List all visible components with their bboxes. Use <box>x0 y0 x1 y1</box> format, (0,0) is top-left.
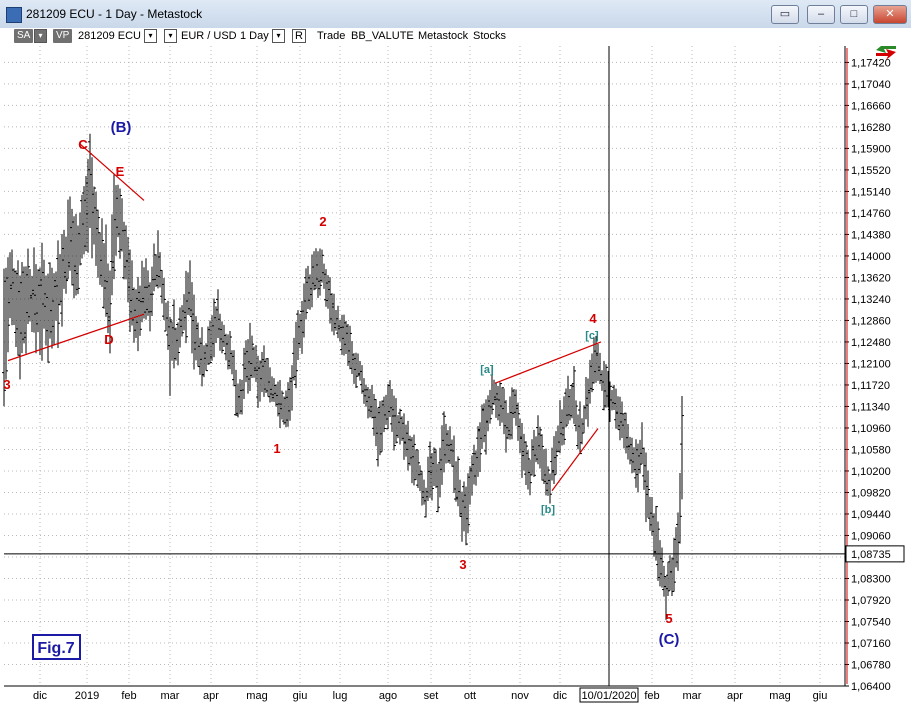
y-tick-label: 1,16660 <box>851 100 891 112</box>
sa-dropdown-icon[interactable]: ▾ <box>34 29 47 43</box>
y-tick-label: 1,10200 <box>851 466 891 478</box>
current-price-label: 1,08735 <box>851 549 891 561</box>
figure-label: Fig.7 <box>37 640 74 657</box>
x-tick-label: apr <box>727 690 743 702</box>
wave-label: D <box>104 332 113 347</box>
symbol-dropdown-icon[interactable]: ▾ <box>144 29 157 43</box>
period-label: 1 Day <box>240 30 269 42</box>
wave-label: (B) <box>111 119 132 136</box>
x-tick-label: feb <box>644 690 659 702</box>
y-tick-label: 1,14380 <box>851 229 891 241</box>
x-tick-label: nov <box>511 690 529 702</box>
metastock-label[interactable]: Metastock <box>418 30 468 42</box>
y-tick-label: 1,12480 <box>851 337 891 349</box>
x-tick-label: dic <box>553 690 568 702</box>
y-tick-label: 1,14760 <box>851 208 891 220</box>
y-tick-label: 1,12860 <box>851 315 891 327</box>
wave-label: 2 <box>319 214 326 229</box>
y-tick-label: 1,16280 <box>851 122 891 134</box>
app-icon <box>6 7 22 23</box>
y-tick-label: 1,17420 <box>851 57 891 69</box>
chart-grid <box>4 46 849 687</box>
y-tick-label: 1,06780 <box>851 659 891 671</box>
wave-label: C <box>78 137 88 152</box>
x-tick-label: giu <box>813 690 828 702</box>
x-tick-label: giu <box>293 690 308 702</box>
y-tick-label: 1,07160 <box>851 638 891 650</box>
x-tick-label: lug <box>333 690 348 702</box>
wave-label: E <box>116 164 125 179</box>
stocks-label[interactable]: Stocks <box>473 30 506 42</box>
x-axis-labels: dic 2019 feb mar apr mag giu lug ago set ott nov dic… <box>33 687 828 703</box>
x-tick-label: 2019 <box>75 690 99 702</box>
x-tick-label: ott <box>464 690 476 702</box>
trade-label[interactable]: Trade <box>317 30 345 42</box>
wave-label: 1 <box>273 441 280 456</box>
y-tick-label: 1,11340 <box>851 401 890 413</box>
r-button[interactable]: R <box>292 29 306 43</box>
y-tick-label: 1,12100 <box>851 358 891 370</box>
x-tick-label: 10/01/2020 <box>581 690 636 702</box>
chart-toolbar: SA ▾ VP 281209 ECU ▾ ▾ EUR / USD 1 Day ▾… <box>0 28 911 46</box>
x-tick-label: dic <box>33 690 48 702</box>
y-tick-label: 1,07540 <box>851 616 891 628</box>
x-tick-label: ago <box>379 690 397 702</box>
x-tick-label: mag <box>769 690 790 702</box>
wave-label: (C) <box>659 631 680 648</box>
x-tick-label: set <box>424 690 439 702</box>
wave-label: [a] <box>480 364 494 376</box>
y-tick-label: 1,15900 <box>851 143 891 155</box>
price-chart[interactable]: 1,17420 1,17040 1,16660 1,16280 1,15900 1,155… <box>0 0 911 726</box>
y-tick-label: 1,09060 <box>851 530 891 542</box>
period-dropdown-icon[interactable]: ▾ <box>272 29 285 43</box>
window-title: 281209 ECU - 1 Day - Metastock <box>26 7 203 21</box>
pair-label: EUR / USD <box>181 30 237 42</box>
y-tick-label: 1,09440 <box>851 509 891 521</box>
plot-background <box>4 46 845 686</box>
x-tick-label: mar <box>683 690 702 702</box>
sa-button[interactable]: SA <box>14 29 34 43</box>
y-tick-label: 1,11720 <box>851 380 890 392</box>
y-tick-label: 1,13240 <box>851 294 891 306</box>
x-tick-label: apr <box>203 690 219 702</box>
wave-label: [c] <box>585 330 599 342</box>
y-tick-label: 1,06400 <box>851 681 891 693</box>
y-tick-label: 1,07920 <box>851 595 891 607</box>
wave-label: 3 <box>3 377 10 392</box>
minimize-button[interactable]: – <box>807 5 835 24</box>
wave-label: 3 <box>459 557 466 572</box>
y-tick-label: 1,17040 <box>851 79 891 91</box>
wave-label: 4 <box>589 311 597 326</box>
close-button[interactable]: ✕ <box>873 5 907 24</box>
vp-button[interactable]: VP <box>53 29 73 43</box>
indicator-label[interactable]: BB_VALUTE <box>351 30 414 42</box>
wave-label: [b] <box>541 504 555 516</box>
y-tick-label: 1,10580 <box>851 444 891 456</box>
maximize-button[interactable]: □ <box>840 5 868 24</box>
restore-down-button[interactable]: ▭ <box>771 5 799 24</box>
y-tick-label: 1,15520 <box>851 165 891 177</box>
y-tick-label: 1,10960 <box>851 423 891 435</box>
symbol-label: 281209 ECU <box>78 30 141 42</box>
y-tick-label: 1,08300 <box>851 573 891 585</box>
x-tick-label: mag <box>246 690 267 702</box>
y-axis-labels: 1,17420 1,17040 1,16660 1,16280 1,15900 1,155… <box>845 57 905 693</box>
wave-label: 5 <box>665 611 672 626</box>
y-tick-label: 1,09820 <box>851 487 891 499</box>
x-tick-label: mar <box>161 690 180 702</box>
pair-dropdown-icon[interactable]: ▾ <box>164 29 177 43</box>
y-tick-label: 1,14000 <box>851 251 891 263</box>
y-tick-label: 1,15140 <box>851 186 891 198</box>
y-tick-label: 1,13620 <box>851 272 891 284</box>
window-titlebar: 281209 ECU - 1 Day - Metastock ▭ – □ ✕ <box>0 0 911 29</box>
x-tick-label: feb <box>121 690 136 702</box>
